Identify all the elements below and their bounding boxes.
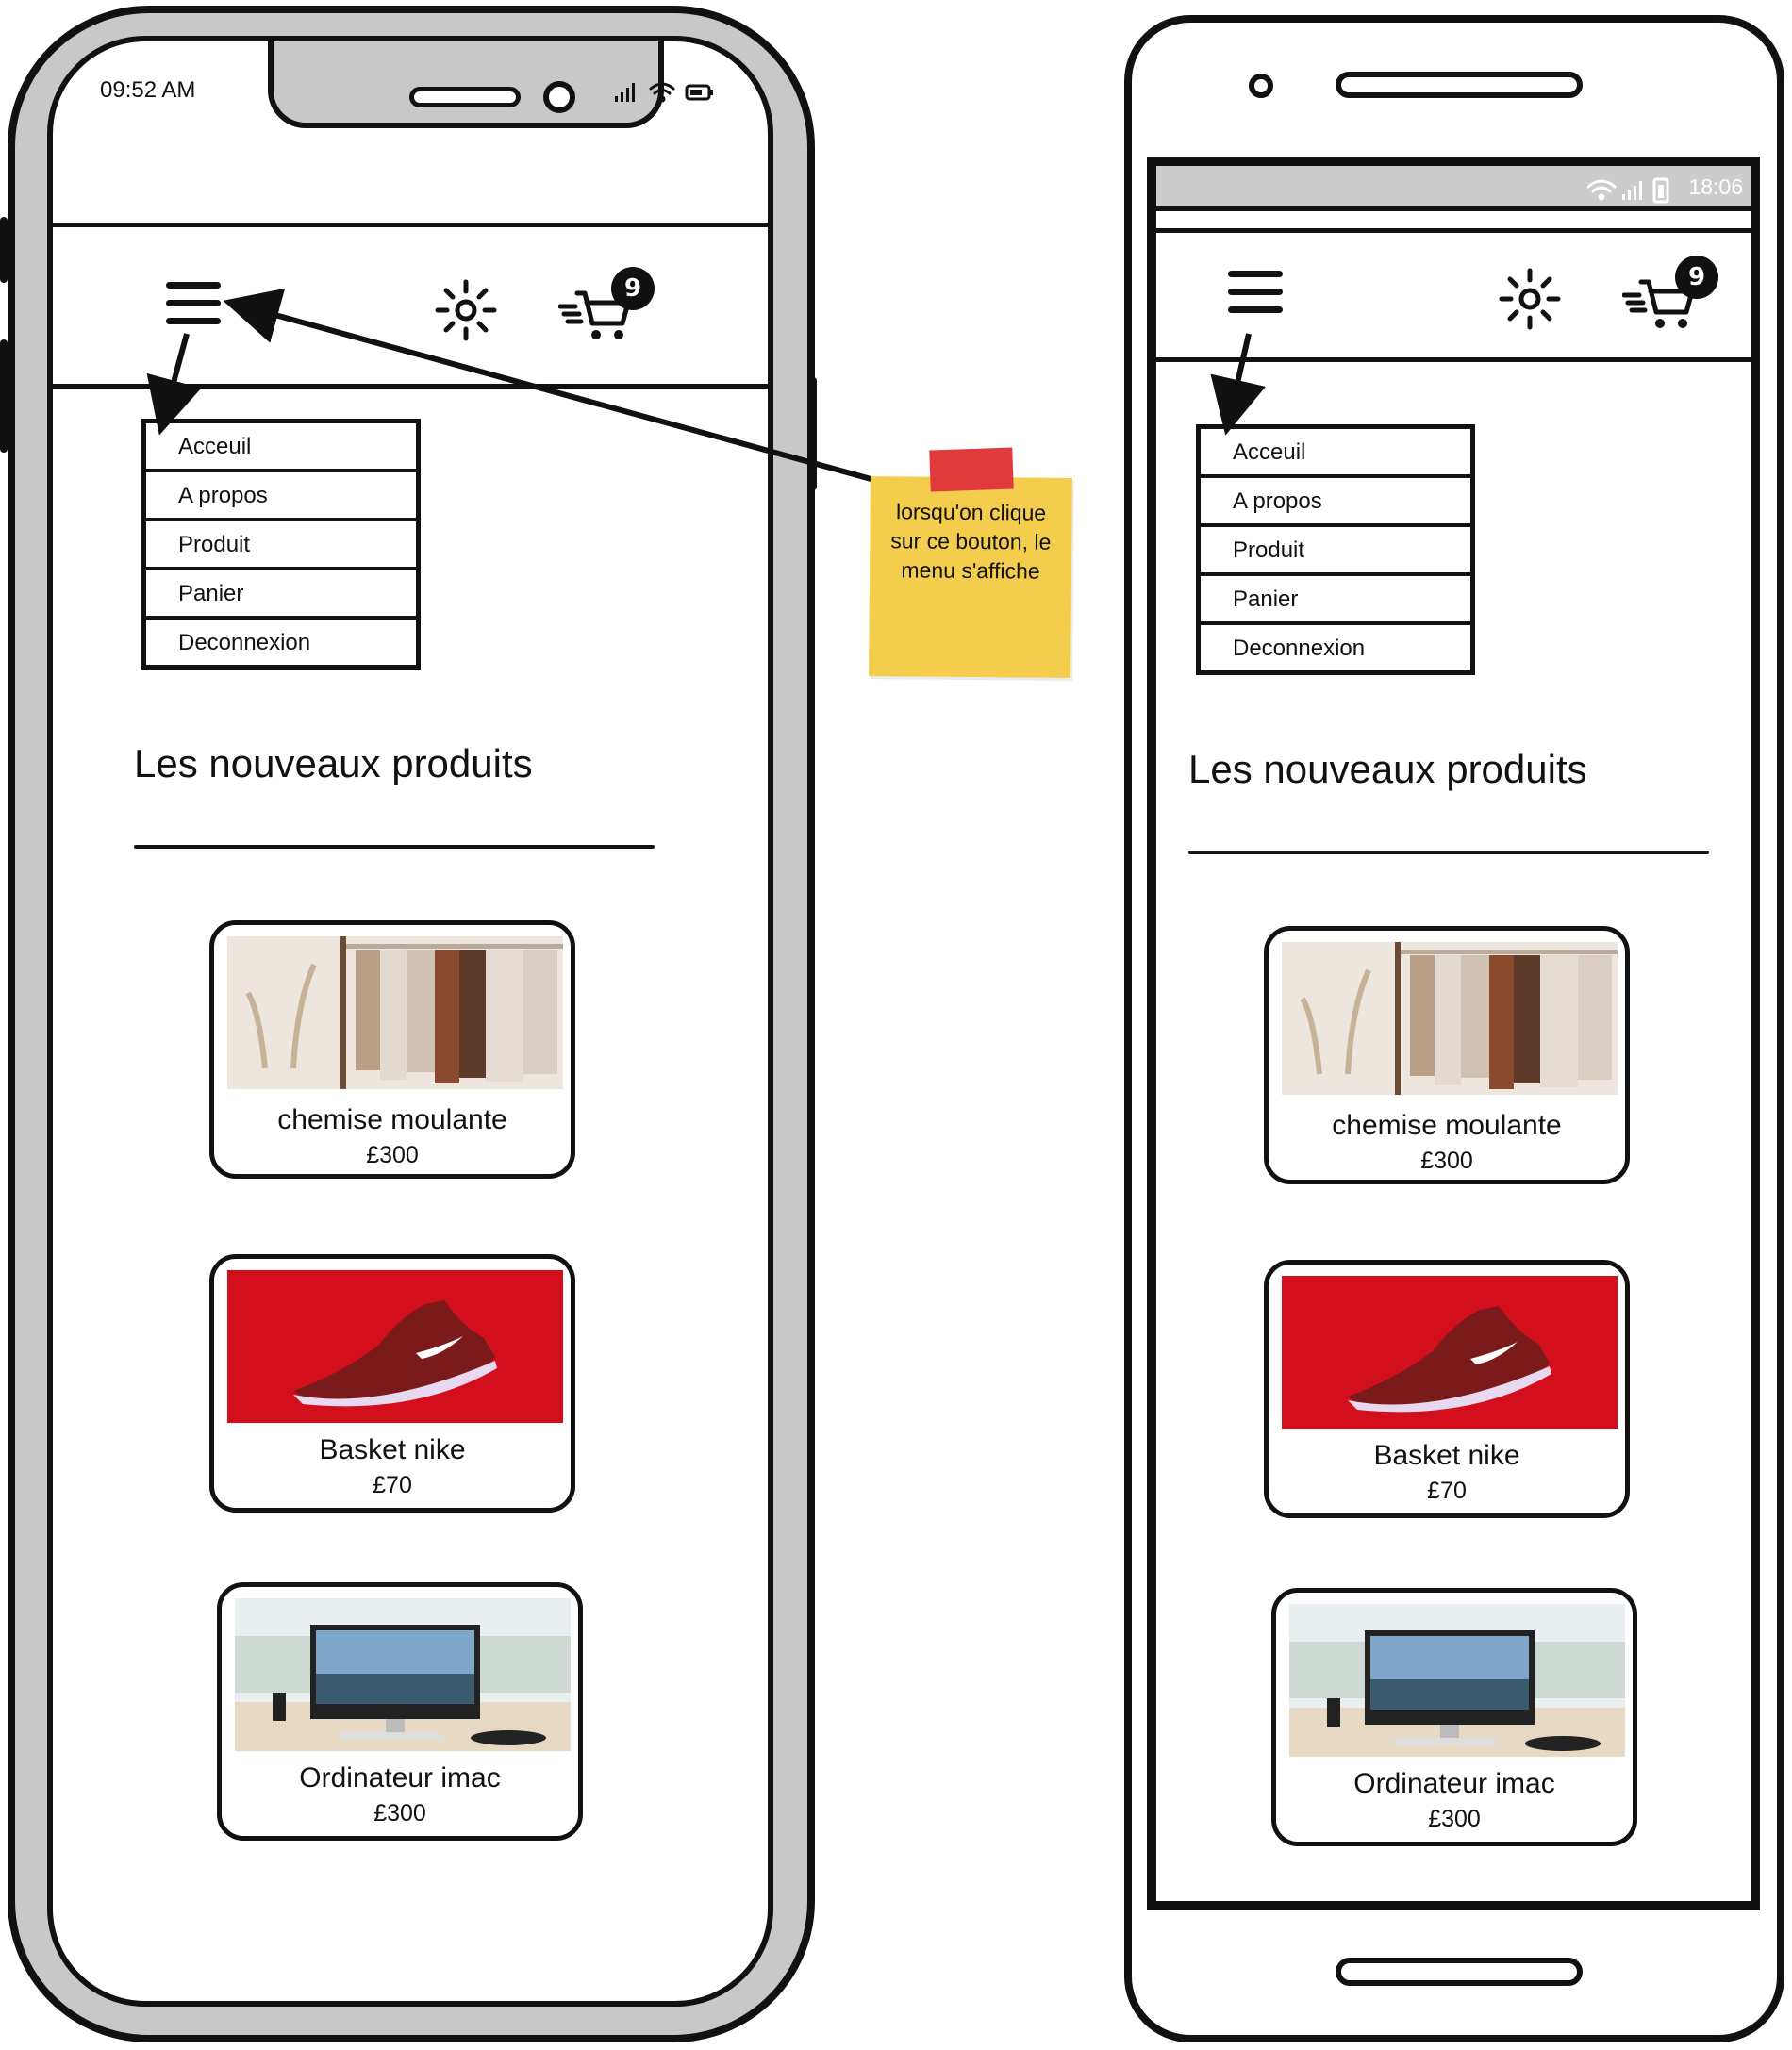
sticky-note: lorsqu'on clique sur ce bouton, le menu … — [869, 476, 1072, 678]
note-tape — [929, 447, 1014, 492]
arrow-to-menu-android — [1210, 333, 1266, 436]
arrow-to-menu — [146, 333, 202, 436]
annotation-arrows — [146, 288, 1266, 486]
arrow-note-to-hamburger — [223, 288, 886, 486]
note-text: lorsqu'on clique sur ce bouton, le menu … — [890, 499, 1052, 584]
